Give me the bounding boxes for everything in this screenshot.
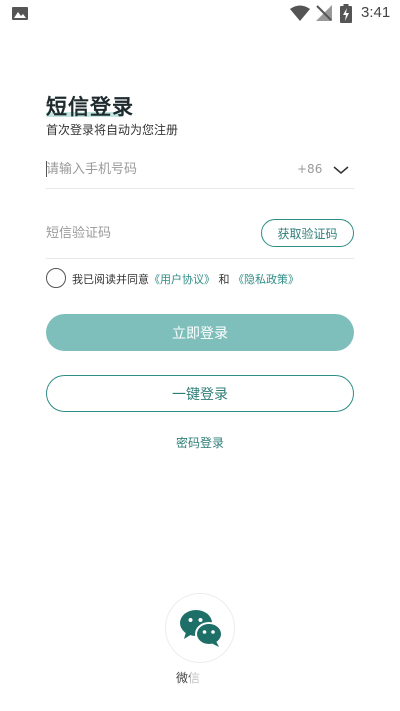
agreement-text: 我已阅读并同意《用户协议》 和 《隐私政策》 — [72, 271, 299, 287]
status-bar: 3:41 — [0, 0, 400, 28]
status-time: 3:41 — [361, 4, 391, 21]
agreement-prefix: 我已阅读并同意 — [72, 273, 149, 286]
phone-input[interactable] — [46, 158, 276, 180]
one-key-login-button[interactable]: 一键登录 — [46, 375, 354, 412]
get-code-button[interactable]: 获取验证码 — [261, 219, 354, 247]
agreement-checkbox[interactable] — [46, 268, 66, 288]
chevron-down-icon[interactable] — [333, 165, 349, 175]
login-button[interactable]: 立即登录 — [46, 314, 354, 351]
label-fade-overlay — [190, 664, 230, 688]
page-title: 短信登录 — [46, 95, 134, 119]
user-agreement-link[interactable]: 《用户协议》 — [149, 273, 215, 286]
no-signal-icon — [316, 5, 332, 21]
page-subtitle: 首次登录将自动为您注册 — [46, 123, 179, 137]
wifi-icon — [290, 5, 310, 21]
agreement-conjunction: 和 — [218, 273, 230, 286]
divider — [46, 188, 354, 189]
wechat-icon — [180, 610, 223, 647]
privacy-policy-link[interactable]: 《隐私政策》 — [233, 273, 299, 286]
image-notification-icon — [12, 7, 28, 20]
password-login-link[interactable]: 密码登录 — [0, 434, 400, 451]
text-cursor — [46, 161, 47, 177]
sms-code-input[interactable] — [46, 222, 246, 244]
wechat-login-button[interactable] — [165, 593, 235, 663]
divider — [46, 258, 354, 259]
country-code[interactable]: +86 — [297, 162, 322, 176]
battery-charging-icon — [340, 4, 352, 23]
